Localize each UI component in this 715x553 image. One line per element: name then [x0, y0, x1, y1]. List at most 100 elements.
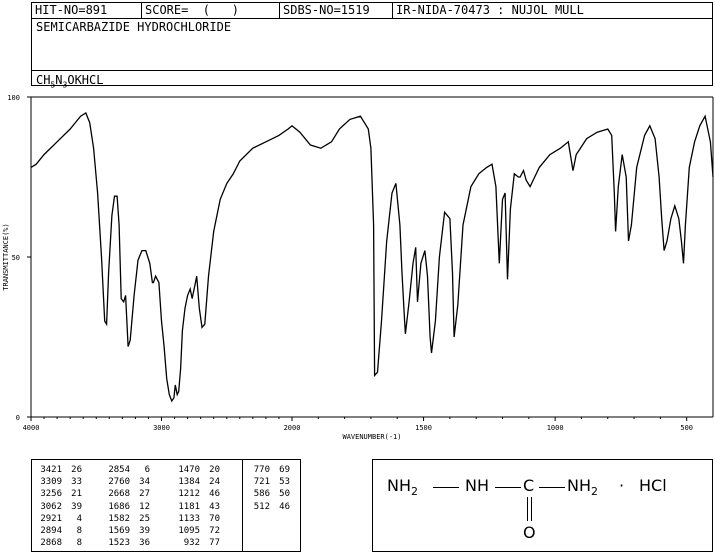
bond-2 — [495, 487, 521, 488]
peak-wavenumber: 2854 — [108, 465, 130, 475]
sdbs-number: SDBS-NO=1519 — [280, 3, 393, 18]
double-bond-a — [527, 497, 528, 521]
peak-row: 2760 34 — [104, 476, 150, 488]
peak-transmittance: 33 — [71, 477, 82, 488]
peak-wavenumber: 1384 — [178, 477, 200, 488]
peak-transmittance: 20 — [209, 465, 220, 475]
peak-wavenumber: 1569 — [108, 525, 130, 536]
formula-row: CH5N3OKHCL — [32, 70, 712, 90]
score: SCORE= ( ) — [142, 3, 280, 18]
y-axis-label: TRANSMITTANCE(%) — [2, 223, 10, 290]
peak-transmittance: 34 — [139, 477, 150, 488]
peak-transmittance: 39 — [139, 525, 150, 536]
x-ticks: 4000 3000 2000 1500 1000 500 — [23, 417, 693, 432]
y-tick-label: 0 — [16, 414, 20, 422]
x-tick-label: 500 — [680, 424, 693, 432]
peak-transmittance: 77 — [209, 538, 220, 549]
peak-wavenumber: 3309 — [40, 477, 62, 488]
peak-row: 3309 33 — [36, 476, 82, 488]
peak-row: 1470 20 — [174, 464, 220, 476]
peak-wavenumber: 3062 — [40, 501, 62, 512]
peak-row: 512 46 — [244, 501, 290, 513]
peak-wavenumber: 1470 — [178, 465, 200, 475]
spectrum-header: HIT-NO=891 SCORE= ( ) SDBS-NO=1519 IR-NI… — [31, 2, 713, 90]
spectrum-source: IR-NIDA-70473 : NUJOL MULL — [396, 3, 584, 17]
peak-transmittance: 43 — [209, 501, 220, 512]
peak-row: 3421 26 — [36, 464, 82, 476]
peak-column: 1470 20 1384 24 1212 46 1181 43 1133 70 1095 72 932 7… — [174, 464, 220, 549]
peak-row: 1133 70 — [174, 513, 220, 525]
transmittance-line — [30, 112, 714, 403]
peak-row: 2854 6 — [104, 464, 150, 476]
peak-transmittance: 69 — [279, 465, 290, 475]
nh2-left: NH2 — [387, 476, 418, 499]
x-axis-label: WAVENUMBER(-1) — [342, 433, 401, 441]
peak-table-divider — [242, 460, 243, 551]
peak-transmittance: 24 — [209, 477, 220, 488]
molecular-formula: CH5N3OKHCL — [36, 73, 104, 90]
peak-row: 721 53 — [244, 476, 290, 488]
y-tick-label: 50 — [12, 254, 20, 262]
peak-transmittance: 27 — [139, 489, 150, 500]
peak-row: 586 50 — [244, 488, 290, 500]
peak-transmittance: 72 — [209, 525, 220, 536]
peak-wavenumber: 2760 — [108, 477, 130, 488]
x-tick-label: 4000 — [23, 424, 40, 432]
peak-transmittance: 8 — [76, 538, 82, 549]
peak-wavenumber: 1582 — [108, 513, 130, 524]
nh2-right: NH2 — [567, 476, 598, 499]
salt-dot: · — [619, 476, 625, 495]
peak-transmittance: 21 — [71, 489, 82, 500]
hit-number: HIT-NO=891 — [32, 3, 142, 18]
peak-transmittance: 8 — [76, 525, 82, 536]
peak-row: 1582 25 — [104, 513, 150, 525]
peak-transmittance: 25 — [139, 513, 150, 524]
peak-wavenumber: 2868 — [40, 538, 62, 549]
peak-wavenumber: 2894 — [40, 525, 62, 536]
peak-transmittance: 39 — [71, 501, 82, 512]
peak-wavenumber: 1212 — [178, 489, 200, 500]
carbon-atom: C — [523, 476, 535, 495]
peak-row: 2668 27 — [104, 488, 150, 500]
peak-row: 1569 39 — [104, 525, 150, 537]
peak-wavenumber: 586 — [253, 489, 270, 500]
peak-wavenumber: 932 — [183, 538, 200, 549]
peak-row: 1095 72 — [174, 525, 220, 537]
peak-wavenumber: 1181 — [178, 501, 200, 512]
peak-wavenumber: 721 — [253, 477, 270, 488]
peak-row: 2921 4 — [36, 513, 82, 525]
peak-transmittance: 53 — [279, 477, 290, 488]
double-bond-b — [531, 497, 532, 521]
peak-row: 1523 36 — [104, 537, 150, 549]
bond-1 — [433, 487, 459, 488]
peak-wavenumber: 2921 — [40, 513, 62, 524]
peak-wavenumber: 3421 — [40, 465, 62, 475]
peak-row: 3062 39 — [36, 501, 82, 513]
compound-name: SEMICARBAZIDE HYDROCHLORIDE — [36, 20, 232, 34]
peak-row: 1181 43 — [174, 501, 220, 513]
peak-wavenumber: 1523 — [108, 538, 130, 549]
hcl-label: HCl — [639, 476, 667, 495]
peak-wavenumber: 2668 — [108, 489, 130, 500]
x-tick-label: 1000 — [547, 424, 564, 432]
peak-transmittance: 70 — [209, 513, 220, 524]
x-tick-label: 1500 — [415, 424, 432, 432]
x-tick-label: 3000 — [153, 424, 170, 432]
peak-wavenumber: 3256 — [40, 489, 62, 500]
peak-row: 1212 46 — [174, 488, 220, 500]
peak-wavenumber: 1133 — [178, 513, 200, 524]
oxygen-atom: O — [523, 523, 536, 542]
peak-row: 2894 8 — [36, 525, 82, 537]
peak-row: 932 77 — [174, 537, 220, 549]
peak-table: 3421 26 3309 33 3256 21 3062 39 2921 4 2894 8 2868 8 2… — [31, 459, 301, 552]
peak-column: 3421 26 3309 33 3256 21 3062 39 2921 4 2894 8 2868 8 — [36, 464, 82, 549]
peak-transmittance: 4 — [76, 513, 82, 524]
structure-box: NH2 NH C NH2 · HCl O — [372, 459, 713, 552]
peak-column: 2854 6 2760 34 2668 27 1686 12 1582 25 1569 39 1523 3… — [104, 464, 150, 549]
y-tick-label: 100 — [7, 94, 20, 102]
nh-group: NH — [465, 476, 489, 495]
bond-3 — [539, 487, 565, 488]
y-ticks: 0 50 100 — [7, 94, 31, 422]
peak-row: 1686 12 — [104, 501, 150, 513]
peak-transmittance: 36 — [139, 538, 150, 549]
